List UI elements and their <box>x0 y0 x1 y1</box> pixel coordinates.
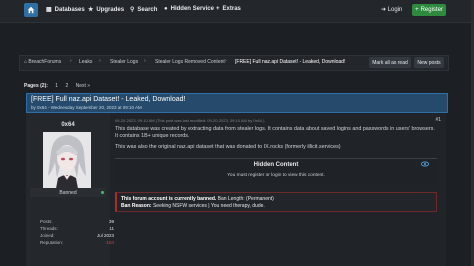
next-page-link[interactable]: Next » <box>76 83 90 89</box>
plus-icon: + <box>216 6 220 12</box>
hidden-content-title: Hidden Content <box>253 162 299 168</box>
stat-value: Jul 2023 <box>96 233 114 238</box>
stat-value: 39 <box>108 219 114 224</box>
ban-status-bold: This forum account is currently banned. <box>121 196 217 202</box>
chevron-right-icon: › <box>144 58 146 64</box>
stat-posts: Posts: 39 <box>40 219 124 226</box>
stat-value: 11 <box>109 226 114 231</box>
thread-meta: by 0x64 - Wednesday September 20, 2023 a… <box>31 105 142 110</box>
thread-title: [FREE] Full naz.api Dataset! - Leaked, D… <box>31 96 186 103</box>
nav-databases[interactable]: ▦ Databases <box>46 6 85 14</box>
page-link-1[interactable]: 1 <box>55 83 58 89</box>
star-icon: ★ <box>88 7 94 13</box>
search-icon: ⚲ <box>130 7 135 13</box>
login-label: Login <box>387 7 403 13</box>
register-label: Register <box>420 7 443 13</box>
login-icon: ➜ <box>381 7 387 13</box>
hidden-content-message: You must register or login to view this … <box>227 173 325 178</box>
nav-databases-label: Databases <box>54 6 85 13</box>
breadcrumb-label: BreachForums <box>28 59 62 65</box>
top-navbar: ▦ Databases ★ Upgrades ⚲ Search ● Hidden… <box>0 0 474 23</box>
ban-notice: This forum account is currently banned. … <box>115 192 437 212</box>
user-stats: Posts: 39 Threads: 11 Joined: Jul 2023 R… <box>40 219 124 247</box>
user-status-row: Banned <box>30 188 106 197</box>
ban-reason-text: Seeking NSFW services | You need therapy… <box>151 203 265 209</box>
stat-label: Reputation: <box>40 240 64 245</box>
nav-hidden-service[interactable]: ● Hidden Service <box>164 6 214 12</box>
register-button[interactable]: + Register <box>412 4 446 16</box>
post-number[interactable]: #1 <box>435 117 441 123</box>
post-date: 09-20-2023, 09:10 AM (This post was last… <box>115 118 265 123</box>
breadcrumb: ⌂ BreachForums › Leaks › Stealer Logs › … <box>19 55 449 71</box>
breadcrumb-removed-content[interactable]: Stealer Logs Removed Content <box>155 59 225 65</box>
pagination: Pages (2): 1 2 Next » <box>24 83 96 89</box>
stat-value-reputation: -104 <box>104 240 114 245</box>
ban-length: Ban Length: (Permanent) <box>216 196 274 202</box>
breadcrumb-current: [FREE] Full naz.api Dataset! - Leaked, D… <box>235 59 346 65</box>
stat-label: Joined: <box>40 233 55 238</box>
post-body-paragraph-2: This was also the original naz.api datas… <box>115 144 341 150</box>
nav-search-label: Search <box>137 6 158 13</box>
breadcrumb-stealer-logs[interactable]: Stealer Logs <box>110 59 138 65</box>
database-icon: ▦ <box>46 7 52 13</box>
eye-icon <box>421 161 429 167</box>
home-icon <box>27 6 35 14</box>
breadcrumb-home[interactable]: ⌂ BreachForums <box>24 59 61 65</box>
stat-joined: Joined: Jul 2023 <box>40 233 124 240</box>
online-status-dot <box>101 191 104 194</box>
ban-reason-line: Ban Reason: Seeking NSFW services | You … <box>121 203 265 209</box>
breadcrumb-leaks[interactable]: Leaks <box>79 59 92 65</box>
nav-search[interactable]: ⚲ Search <box>130 6 158 14</box>
nav-extras[interactable]: + Extras <box>216 6 241 12</box>
user-plus-icon: + <box>415 7 419 13</box>
thread-header: [FREE] Full naz.api Dataset! - Leaked, D… <box>26 93 448 113</box>
chevron-right-icon: › <box>225 58 227 64</box>
avatar-image <box>43 132 91 194</box>
post-body-paragraph-1: This database was created by extracting … <box>115 126 435 139</box>
post-content: 09-20-2023, 09:10 AM (This post was last… <box>115 113 445 266</box>
pagination-label: Pages (2): <box>24 83 48 89</box>
nav-upgrades-label: Upgrades <box>96 6 125 13</box>
home-icon: ⌂ <box>24 59 28 65</box>
user-status: Banned <box>59 190 77 196</box>
ban-status-line: This forum account is currently banned. … <box>121 196 274 202</box>
page-link-2[interactable]: 2 <box>65 83 68 89</box>
ban-reason-label: Ban Reason: <box>121 203 152 209</box>
login-link[interactable]: ➜ Login <box>381 6 402 13</box>
chevron-right-icon: › <box>70 58 72 64</box>
nav-upgrades[interactable]: ★ Upgrades <box>88 6 125 14</box>
user-secret-icon: ● <box>164 6 168 12</box>
chevron-right-icon: › <box>99 58 101 64</box>
avatar <box>43 132 91 194</box>
hidden-content-box: Hidden Content You must register or logi… <box>115 158 437 183</box>
stat-threads: Threads: 11 <box>40 226 124 233</box>
nav-extras-label: Extras <box>222 6 241 12</box>
new-posts-button[interactable]: New posts <box>414 57 444 68</box>
home-button[interactable] <box>24 3 38 17</box>
stat-reputation: Reputation: -104 <box>40 240 124 247</box>
post-author[interactable]: 0x64 <box>26 122 110 128</box>
nav-hidden-service-label: Hidden Service <box>170 6 214 12</box>
mark-all-read-button[interactable]: Mark all as read <box>369 57 411 68</box>
stat-label: Threads: <box>40 226 58 231</box>
stat-label: Posts: <box>40 219 53 224</box>
